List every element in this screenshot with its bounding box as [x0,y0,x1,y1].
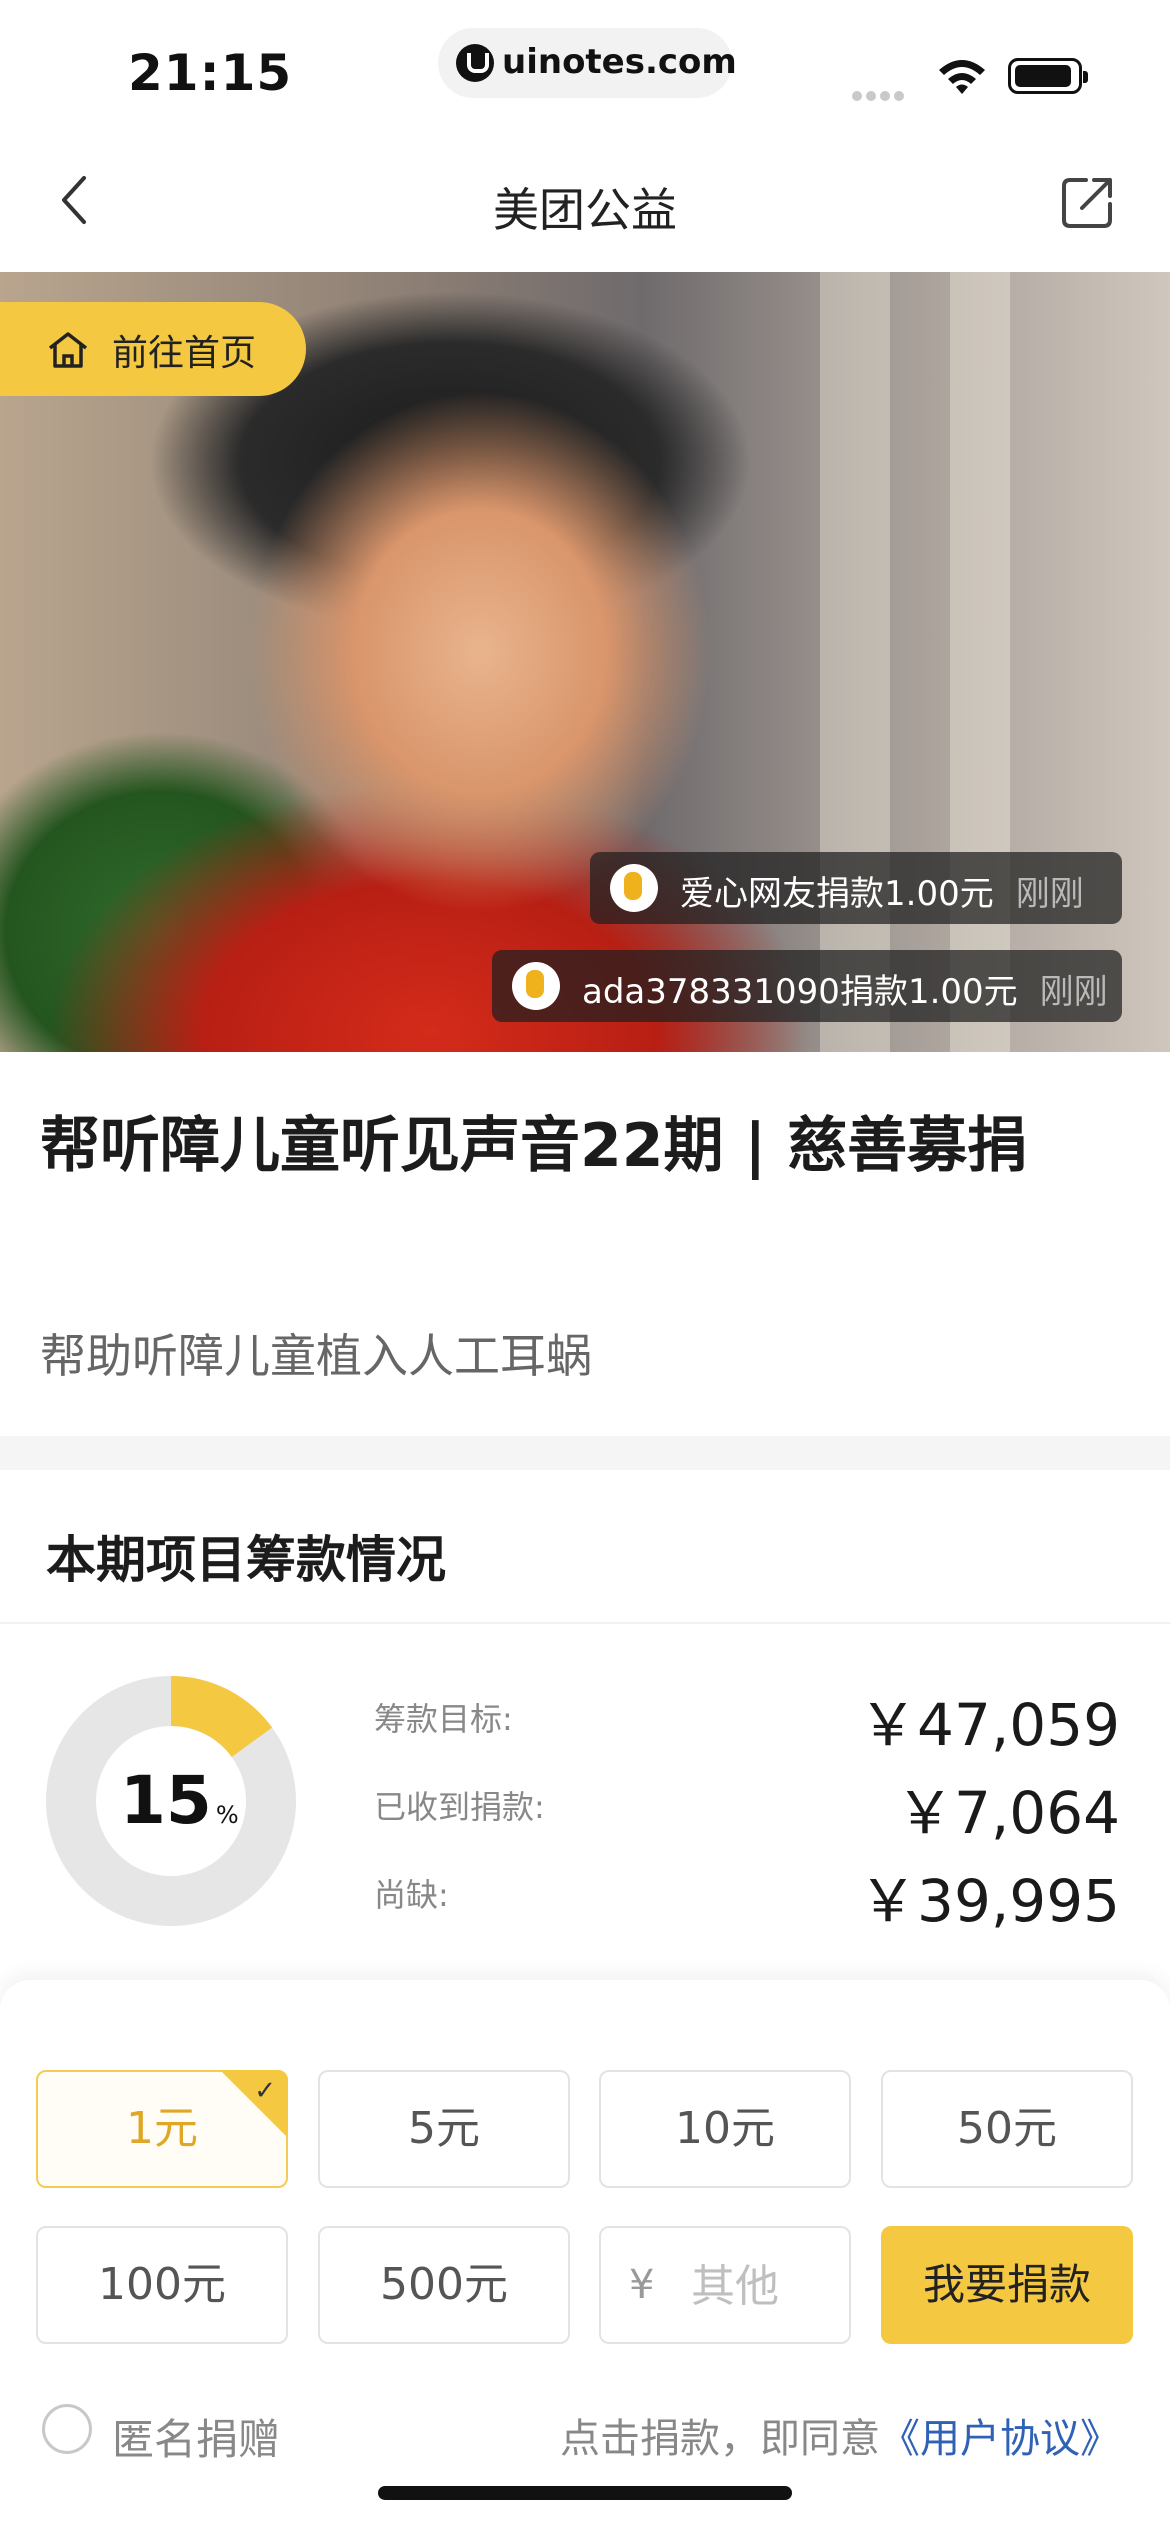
other-amount-input[interactable] [689,2258,843,2314]
donate-button[interactable]: 我要捐款 [881,2226,1133,2344]
page-title: 美团公益 [493,183,677,237]
home-indicator [378,2486,792,2500]
donation-toast: ada378331090捐款1.00元 刚刚 [492,950,1122,1022]
window-light-stripe [820,272,890,1052]
agreement-prefix: 点击捐款，即同意 [560,2416,880,2462]
remaining-value: ￥39,995 [859,1867,1120,1935]
project-title: 帮听障儿童听见声音22期 | 慈善募捐 [40,1111,1028,1181]
toast-text: ada378331090捐款1.00元 [582,972,1018,1012]
received-label: 已收到捐款: [374,1788,545,1826]
anonymous-label[interactable]: 匿名捐赠 [112,2406,280,2467]
amount-label: 50元 [957,2103,1057,2154]
progress-value: 15 [120,1762,212,1839]
amount-option-500[interactable]: 500元 [318,2226,570,2344]
status-time: 21:15 [128,44,293,102]
toast-time: 刚刚 [1015,874,1084,914]
received-value: ￥7,064 [895,1779,1120,1847]
hero-photo: 前往首页 爱心网友捐款1.00元 刚刚 ada378331090捐款1.00元 刚刚 [0,272,1170,1052]
donor-avatar [610,864,658,912]
goal-label: 筹款目标: [374,1700,513,1738]
go-home-button[interactable]: 前往首页 [0,302,306,396]
url-pill[interactable]: uinotes.com [438,28,737,98]
signal-icon [852,86,908,105]
project-subtitle: 帮助听障儿童植入人工耳蜗 [40,1329,592,1383]
yen-prefix: ¥ [629,2262,655,2308]
amount-option-100[interactable]: 100元 [36,2226,288,2344]
amount-option-50[interactable]: 50元 [881,2070,1133,2188]
other-amount-field[interactable]: ¥ [599,2226,851,2344]
window-light-stripe [950,272,1010,1052]
status-bar: 21:15 uinotes.com [0,0,1170,130]
battery-icon [1008,58,1088,94]
share-icon[interactable] [1058,172,1118,232]
amount-label: 500元 [380,2259,508,2310]
amount-label: 10元 [675,2103,775,2154]
agreement-text: 点击捐款，即同意《用户协议》 [560,2406,1120,2464]
amount-label: 5元 [408,2103,480,2154]
site-logo-icon [456,44,494,82]
donor-avatar [512,962,560,1010]
funding-section-title: 本期项目筹款情况 [46,1531,446,1589]
go-home-label: 前往首页 [112,333,257,374]
remaining-label: 尚缺: [374,1876,449,1914]
amount-option-10[interactable]: 10元 [599,2070,851,2188]
home-icon [48,332,88,368]
toast-text: 爱心网友捐款1.00元 [680,874,994,914]
donation-toast: 爱心网友捐款1.00元 刚刚 [590,852,1122,924]
divider [0,1622,1170,1624]
wifi-icon [939,60,985,94]
toast-time: 刚刚 [1039,972,1108,1012]
progress-unit: % [215,1801,239,1829]
amount-option-1[interactable]: 1元 ✓ [36,2070,288,2188]
amount-option-5[interactable]: 5元 [318,2070,570,2188]
section-separator [0,1436,1170,1470]
amount-label: 1元 [126,2103,198,2154]
amount-label: 100元 [98,2259,226,2310]
nav-bar: 美团公益 [0,130,1170,272]
check-icon: ✓ [254,2076,276,2106]
progress-percent: 15% [120,1762,239,1839]
url-text: uinotes.com [502,42,737,82]
goal-value: ￥47,059 [859,1691,1120,1759]
anonymous-radio[interactable] [42,2404,92,2454]
user-agreement-link[interactable]: 《用户协议》 [880,2416,1120,2462]
